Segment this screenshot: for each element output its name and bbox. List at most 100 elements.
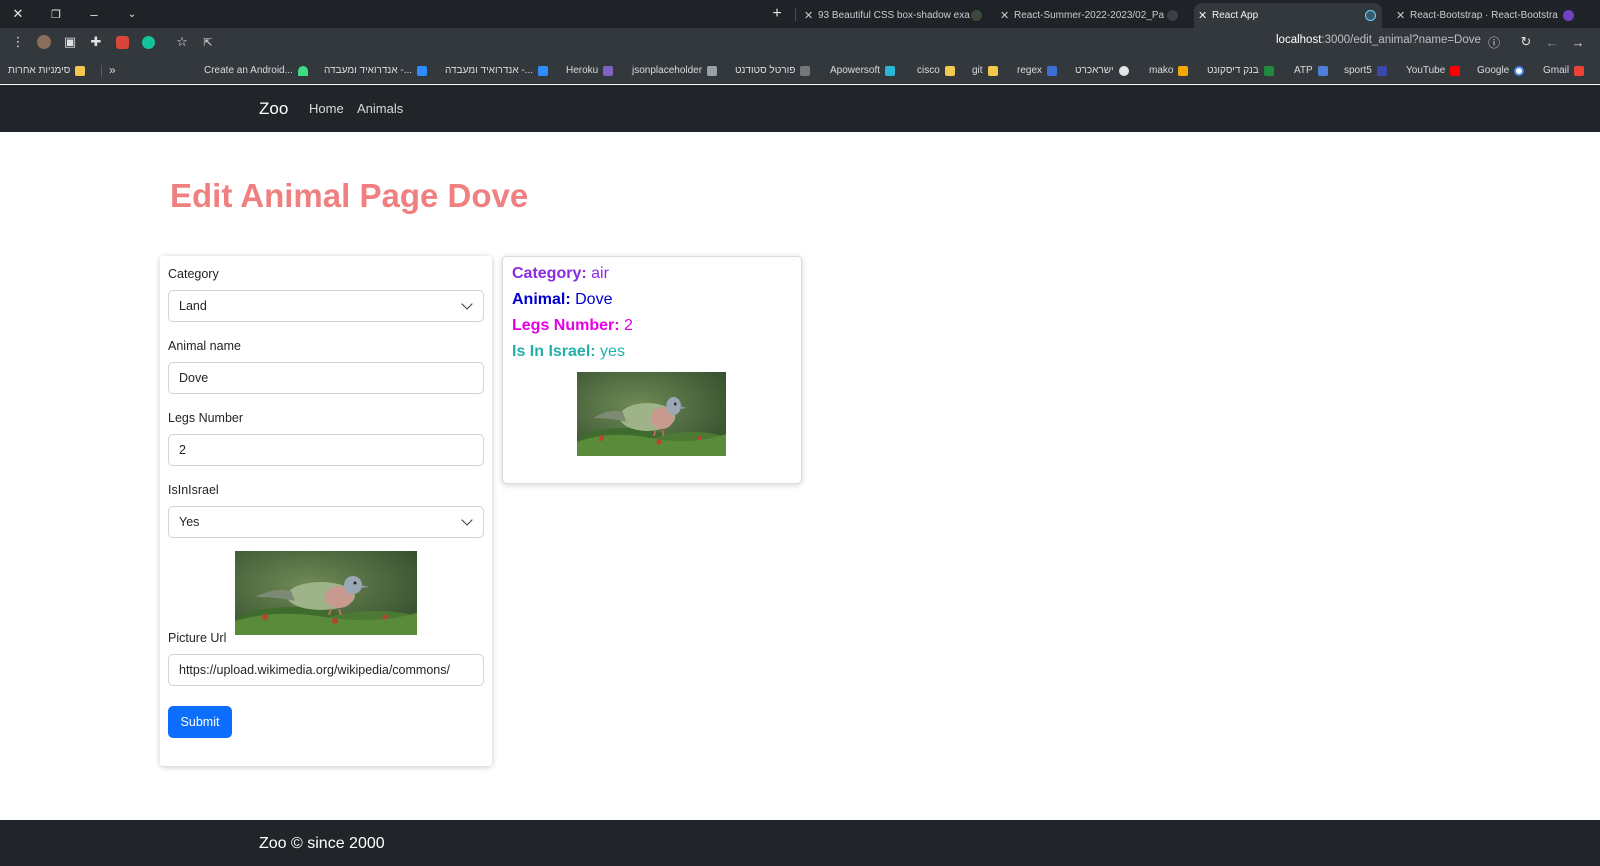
tab-github-repo[interactable]: ✕ React-Summer-2022-2023/02_Pa	[996, 3, 1184, 28]
category-select[interactable]: Land	[168, 290, 484, 322]
bookmark-label: cisco	[917, 65, 940, 76]
back-arrow-icon[interactable]: ←	[1544, 34, 1560, 50]
grammarly-extension-icon[interactable]	[141, 35, 155, 49]
category-select-value: Land	[179, 299, 207, 313]
preview-animal-value: Dove	[575, 291, 613, 308]
bookmark-jsonplaceholder[interactable]: jsonplaceholder	[632, 65, 718, 76]
preview-category-value: air	[591, 265, 609, 282]
jsonplaceholder-icon	[707, 65, 718, 76]
edit-animal-form: Category Land Animal name Dove Legs Numb…	[160, 256, 492, 766]
tab-react-app[interactable]: ✕ React App	[1194, 3, 1382, 28]
nav-link-home[interactable]: Home	[309, 101, 344, 116]
new-tab-icon[interactable]: +	[767, 4, 787, 24]
forward-arrow-icon[interactable]: →	[1570, 34, 1586, 50]
menu-kebab-icon[interactable]: ⋮	[10, 34, 26, 50]
bookmarks-bar: סימניות אחרות » Create an Android... אנד…	[0, 58, 1600, 84]
zoom-icon	[417, 65, 428, 76]
bookmark-gmail[interactable]: Gmail	[1543, 65, 1585, 76]
close-window-icon[interactable]: ✕	[8, 4, 28, 24]
bookmark-label: regex	[1017, 65, 1043, 76]
chevron-down-icon	[461, 514, 473, 526]
github-favicon-icon	[1167, 10, 1178, 21]
bookmark-star-icon[interactable]: ☆	[174, 34, 190, 50]
profile-avatar-icon[interactable]	[37, 35, 51, 49]
legs-number-value: 2	[179, 443, 186, 457]
preview-category-key: Category:	[512, 265, 587, 282]
nav-link-animals[interactable]: Animals	[357, 101, 403, 116]
browser-toolbar: ⋮ ▣ ✚ ☆ ⇱ localhost:3000/edit_animal?nam…	[0, 28, 1600, 58]
bookmark-other[interactable]: סימניות אחרות	[8, 65, 86, 76]
preview-legs-row: Legs Number: 2	[512, 317, 633, 335]
side-panel-icon[interactable]: ▣	[62, 34, 78, 50]
bookmark-android-lab-1[interactable]: אנדרואיד ומעבדה -...	[324, 65, 428, 76]
regex-icon	[1047, 65, 1058, 76]
more-bookmarks-chevron-icon[interactable]: »	[109, 63, 116, 77]
bookmark-heroku[interactable]: Heroku	[566, 65, 614, 76]
preview-legs-value: 2	[624, 317, 633, 334]
extensions-puzzle-icon[interactable]: ✚	[88, 34, 104, 50]
legs-number-input[interactable]: 2	[168, 434, 484, 466]
close-tab-icon[interactable]: ✕	[1396, 9, 1405, 22]
bookmark-google[interactable]: Google	[1477, 65, 1525, 76]
preview-category-row: Category: air	[512, 265, 609, 283]
preview-israel-row: Is In Israel: yes	[512, 343, 625, 361]
close-tab-icon[interactable]: ✕	[804, 9, 813, 22]
footer-text: Zoo © since 2000	[259, 835, 385, 852]
bookmark-label: Google	[1477, 65, 1510, 76]
bookmark-label: אנדרואיד ומעבדה -...	[445, 65, 534, 76]
bookmark-apowersoft[interactable]: Apowersoft	[830, 65, 896, 76]
is-in-israel-value: Yes	[179, 515, 200, 529]
page-footer: Zoo © since 2000	[0, 820, 1600, 866]
extension-red-icon[interactable]	[115, 35, 129, 49]
bookmark-android-lab-2[interactable]: אנדרואיד ומעבדה -...	[445, 65, 549, 76]
sport5-icon	[1376, 65, 1387, 76]
preview-animal-picture	[577, 372, 726, 456]
tab-title: React-Summer-2022-2023/02_Pa	[1014, 10, 1165, 21]
address-bar[interactable]: localhost:3000/edit_animal?name=Dove	[1276, 34, 1481, 46]
bookmark-cisco[interactable]: cisco	[917, 65, 955, 76]
tab-title: React-Bootstrap · React-Bootstra	[1410, 10, 1558, 21]
tab-search-chevron-icon[interactable]: ⌄	[122, 4, 142, 24]
site-info-icon[interactable]: ⓘ	[1486, 34, 1502, 50]
youtube-icon	[1450, 65, 1461, 76]
bookmark-sport5[interactable]: sport5	[1344, 65, 1387, 76]
navbar-brand[interactable]: Zoo	[259, 99, 288, 119]
bookmark-regex[interactable]: regex	[1017, 65, 1058, 76]
page-share-icon[interactable]: ⇱	[200, 34, 216, 50]
bookmark-android[interactable]: Create an Android...	[204, 65, 308, 76]
tab-separator	[795, 8, 796, 21]
tab-favicon-icon	[971, 10, 982, 21]
reload-icon[interactable]: ↻	[1518, 34, 1534, 50]
bookmark-mako[interactable]: mako	[1149, 65, 1189, 76]
folder-icon	[987, 65, 998, 76]
portal-icon	[800, 65, 811, 76]
bookmark-discount-bank[interactable]: בנק דיסקונט	[1207, 65, 1274, 76]
restore-window-icon[interactable]: ❐	[46, 4, 66, 24]
address-path: :3000/edit_animal?name=Dove	[1321, 34, 1481, 46]
bookmark-label: פורטל סטודנט	[735, 65, 796, 76]
tab-box-shadow[interactable]: ✕ 93 Beautiful CSS box-shadow exa	[800, 3, 988, 28]
animal-name-input[interactable]: Dove	[168, 362, 484, 394]
close-tab-icon[interactable]: ✕	[1198, 9, 1207, 22]
tab-title: 93 Beautiful CSS box-shadow exa	[818, 10, 970, 21]
picture-url-input[interactable]: https://upload.wikimedia.org/wikipedia/c…	[168, 654, 484, 686]
bookmark-atp[interactable]: ATP	[1294, 65, 1328, 76]
animal-preview-card: Category: air Animal: Dove Legs Number: …	[502, 256, 802, 484]
zoom-icon	[538, 65, 549, 76]
folder-icon	[944, 65, 955, 76]
bookmark-student-portal[interactable]: פורטל סטודנט	[735, 65, 811, 76]
bookmark-label: sport5	[1344, 65, 1372, 76]
submit-button[interactable]: Submit	[168, 706, 232, 738]
bookmark-label: Gmail	[1543, 65, 1570, 76]
tab-react-bootstrap[interactable]: ✕ React-Bootstrap · React-Bootstra	[1392, 3, 1580, 28]
bookmark-git[interactable]: git	[972, 65, 998, 76]
gmail-icon	[1574, 65, 1585, 76]
is-in-israel-select[interactable]: Yes	[168, 506, 484, 538]
heroku-icon	[603, 65, 614, 76]
bookmark-label: mako	[1149, 65, 1174, 76]
close-tab-icon[interactable]: ✕	[1000, 9, 1009, 22]
isracard-icon	[1118, 65, 1129, 76]
bookmark-isracard[interactable]: ישראכרט	[1075, 65, 1129, 76]
minimize-window-icon[interactable]: –	[84, 4, 104, 24]
bookmark-youtube[interactable]: YouTube	[1406, 65, 1461, 76]
